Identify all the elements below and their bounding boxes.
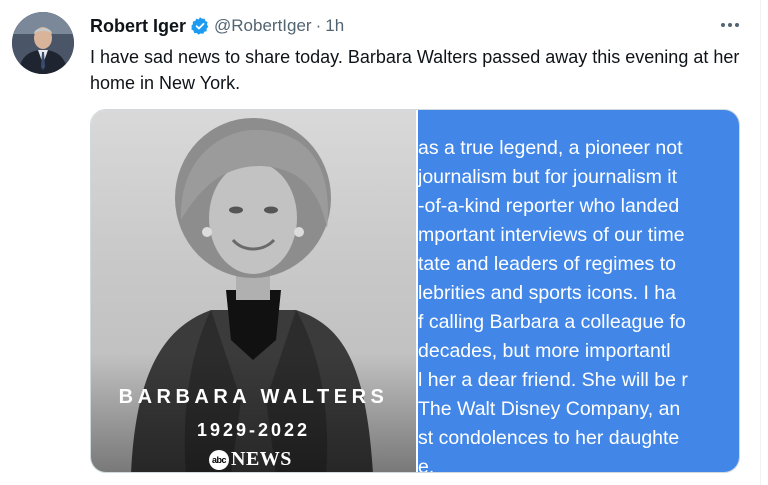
quote-line: as a true legend, a pioneer not [418, 137, 683, 159]
quote-line: -of-a-kind reporter who landed [418, 195, 680, 217]
quote-line: f calling Barbara a colleague fo [418, 311, 686, 333]
abc-news-logo: abc NEWS [209, 448, 292, 471]
abc-logo-news: NEWS [231, 448, 292, 470]
quote-card-image[interactable]: as a true legend, a pioneer not journali… [418, 110, 739, 473]
tweet-header: Robert Iger @RobertIger · 1h [90, 14, 344, 38]
verified-badge-icon [191, 17, 209, 35]
barbara-walters-photo[interactable]: BARBARA WALTERS 1929-2022 abc NEWS [91, 110, 416, 472]
separator-dot: · [315, 16, 322, 35]
avatar[interactable] [12, 12, 74, 74]
avatar-photo [12, 12, 74, 74]
quote-text: as a true legend, a pioneer not journali… [418, 134, 739, 473]
quote-line: tate and leaders of regimes to [418, 253, 676, 275]
tweet-media[interactable]: BARBARA WALTERS 1929-2022 abc NEWS as a … [90, 109, 740, 473]
photo-caption-years: 1929-2022 [196, 420, 311, 440]
quote-line: decades, but more importantl [418, 340, 671, 362]
quote-line: e. [418, 456, 435, 473]
timestamp[interactable]: 1h [325, 16, 344, 36]
quote-line: The Walt Disney Company, an [418, 398, 681, 420]
quote-line: st condolences to her daughte [418, 427, 680, 449]
quote-line: journalism but for journalism it [418, 166, 678, 188]
tweet[interactable]: Robert Iger @RobertIger · 1h I have sad … [0, 0, 760, 485]
photo-caption-name: BARBARA WALTERS [118, 386, 389, 408]
abc-logo-circle: abc [209, 449, 229, 470]
tweet-text: I have sad news to share today. Barbara … [90, 47, 740, 93]
column-divider [760, 0, 761, 485]
quote-line: mportant interviews of our time [418, 224, 685, 246]
author-name[interactable]: Robert Iger [90, 16, 186, 37]
quote-line: lebrities and sports icons. I ha [418, 282, 676, 304]
quote-line: l her a dear friend. She will be r [418, 369, 688, 391]
more-options-icon[interactable] [716, 14, 744, 36]
author-handle[interactable]: @RobertIger [214, 16, 312, 36]
